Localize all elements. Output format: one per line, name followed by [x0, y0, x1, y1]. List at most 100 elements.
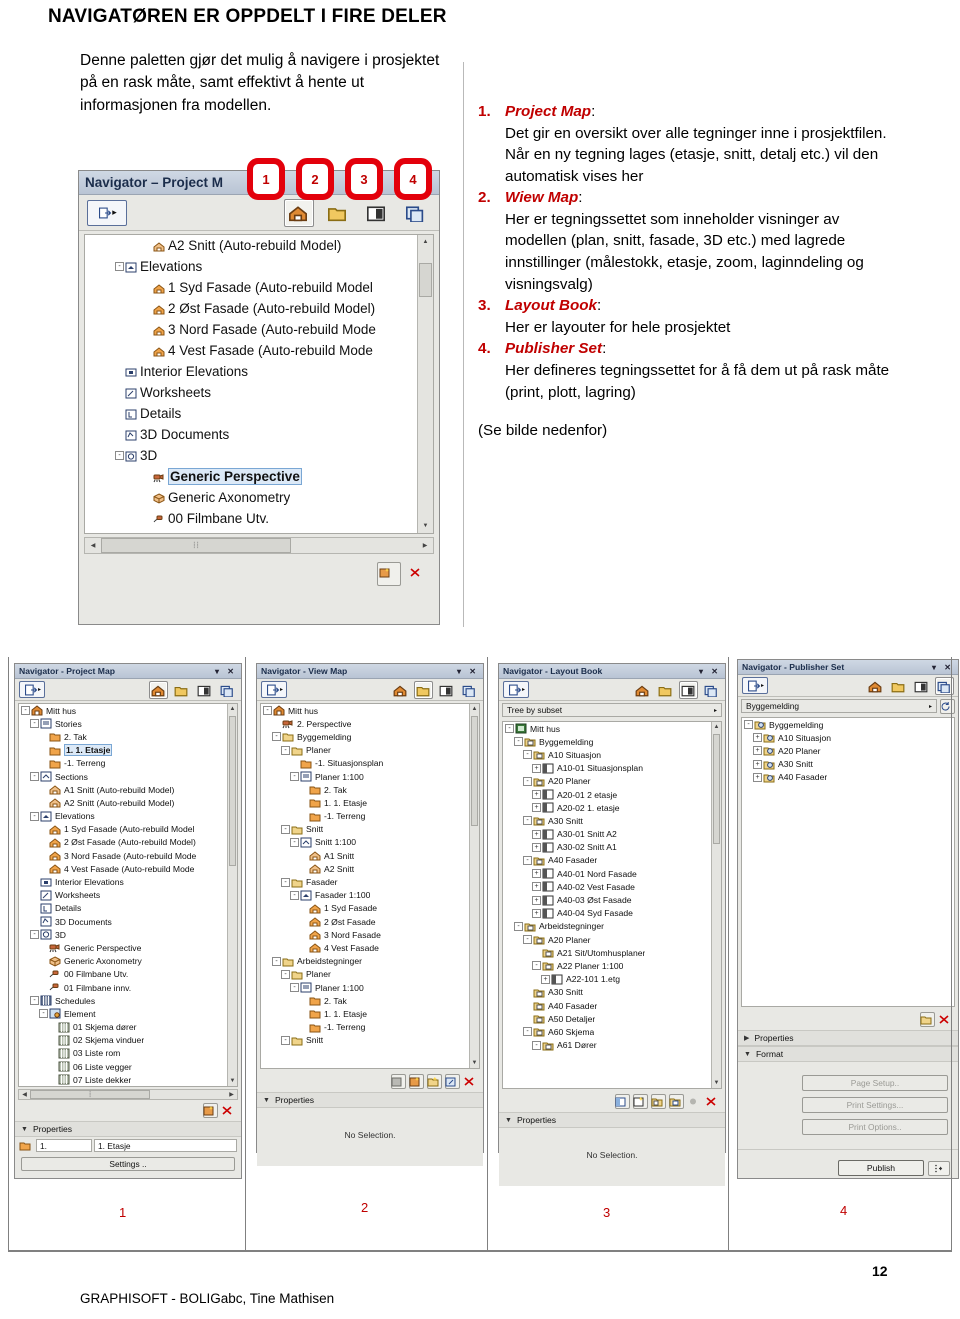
tree-toggle[interactable]: - — [115, 262, 124, 271]
tree-toggle[interactable]: - — [272, 956, 281, 966]
panel-tree[interactable]: - Mitt hus - Byggemelding - A10 Situasjon + A10… — [502, 721, 722, 1089]
tree-row[interactable]: 3D Documents — [19, 915, 237, 928]
scrollbar-thumb[interactable]: ┆ — [30, 1090, 150, 1099]
tree-row[interactable]: A2 Snitt — [261, 862, 479, 875]
tree-row[interactable]: 3 Nord Fasade — [261, 928, 479, 941]
tree-toggle[interactable]: - — [30, 811, 39, 821]
tree-row[interactable]: - Mitt hus — [261, 704, 479, 717]
tree-row[interactable]: - Byggemelding — [261, 730, 479, 743]
tree-row[interactable]: Worksheets — [19, 889, 237, 902]
properties-section-header[interactable]: ▼ Properties — [499, 1112, 725, 1128]
tree-toggle[interactable]: + — [753, 772, 762, 782]
panel-combo[interactable]: Byggemelding ▸ — [741, 699, 937, 713]
tree-toggle[interactable]: - — [21, 706, 30, 716]
tree-toggle[interactable]: - — [523, 816, 532, 826]
tree-row[interactable]: - Arbeidstegninger — [503, 920, 721, 933]
panel-window-controls[interactable]: ▾ ✕ — [215, 667, 237, 676]
tree-row[interactable]: 2 Øst Fasade — [261, 915, 479, 928]
tab-project-map[interactable] — [633, 681, 652, 699]
tree-row[interactable]: - Elevations — [85, 256, 433, 277]
project-map-tree[interactable]: A2 Snitt (Auto-rebuild Model) - Elevations… — [84, 234, 434, 534]
tree-row[interactable]: A1 Snitt (Auto-rebuild Model) — [19, 783, 237, 796]
tree-row[interactable]: -1. Terreng — [19, 757, 237, 770]
tree-toggle[interactable]: + — [532, 790, 541, 800]
panel-tree[interactable]: - Byggemelding + A10 Situasjon + A20 Planer + A… — [741, 717, 955, 1007]
tree-toggle[interactable]: - — [30, 996, 39, 1006]
tree-toggle[interactable]: + — [532, 763, 541, 773]
tree-toggle[interactable]: - — [744, 720, 753, 730]
tree-toggle[interactable]: - — [281, 824, 290, 834]
story-index-field[interactable]: 1. — [36, 1139, 92, 1152]
panel-tree[interactable]: - Mitt hus 2. Perspective - Byggemelding - Pla… — [260, 703, 480, 1069]
tree-toggle[interactable]: + — [541, 974, 550, 984]
tree-row[interactable]: - Mitt hus — [19, 704, 237, 717]
popup-palette-button[interactable]: ▸ — [503, 681, 529, 698]
delete-icon-button[interactable] — [705, 1094, 720, 1109]
tree-row[interactable]: 1. 1. Etasje — [261, 1007, 479, 1020]
tab-view-map[interactable] — [414, 680, 433, 699]
tree-row[interactable]: - A20 Planer — [503, 775, 721, 788]
tree-row[interactable]: - 3D — [85, 445, 433, 466]
tree-row[interactable]: - Planer — [261, 744, 479, 757]
tree-row[interactable]: - Byggemelding — [742, 718, 954, 731]
tree-row[interactable]: Generic Perspective — [19, 941, 237, 954]
tree-row[interactable]: Generic Axonometry — [85, 487, 433, 508]
new-folder-icon-button[interactable] — [427, 1074, 442, 1089]
tree-row[interactable]: - A22 Planer 1:100 — [503, 959, 721, 972]
tree-row[interactable]: - Snitt — [261, 1034, 479, 1047]
tab-layout-book[interactable] — [437, 681, 456, 699]
tree-row[interactable]: - Element — [19, 1007, 237, 1020]
tree-row[interactable]: A21 Sit/Utomhusplaner — [503, 946, 721, 959]
tree-row[interactable]: 1 Syd Fasade (Auto-rebuild Model — [85, 277, 433, 298]
tree-horizontal-scrollbar[interactable]: ◀ ┆ ▶ — [18, 1089, 238, 1100]
panel-combo[interactable]: Tree by subset ▸ — [502, 703, 722, 717]
tree-row[interactable]: + A40-02 Vest Fasade — [503, 880, 721, 893]
tree-row[interactable]: 00 Filmbane Utv. — [19, 968, 237, 981]
tab-view-map[interactable] — [172, 681, 191, 699]
tree-toggle[interactable]: - — [532, 961, 541, 971]
tab-publisher-set[interactable] — [702, 681, 721, 699]
tree-toggle[interactable]: - — [281, 969, 290, 979]
scroll-down-arrow[interactable]: ▼ — [712, 1078, 721, 1088]
refresh-icon-button[interactable] — [940, 698, 955, 714]
tab-publisher-set[interactable] — [460, 681, 479, 699]
tree-row[interactable]: + A20 Planer — [742, 744, 954, 757]
tree-row[interactable]: - 3D — [19, 928, 237, 941]
tree-row[interactable]: - Fasader — [261, 875, 479, 888]
new-subset-icon-button[interactable] — [651, 1094, 666, 1109]
settings-button[interactable]: Settings .. — [21, 1157, 235, 1171]
publish-button[interactable]: Publish — [838, 1160, 924, 1176]
tab-project-map[interactable] — [391, 681, 410, 699]
panel-window-controls[interactable]: ▾ ✕ — [699, 667, 721, 676]
tree-toggle[interactable]: + — [532, 882, 541, 892]
tree-row[interactable]: - Mitt hus — [503, 722, 721, 735]
tab-layout-book[interactable] — [195, 681, 214, 699]
tree-row[interactable]: Generic Perspective — [85, 466, 433, 487]
tree-toggle[interactable]: - — [281, 1035, 290, 1045]
scroll-right-arrow[interactable]: ▶ — [226, 1091, 237, 1098]
tree-row[interactable]: + A30 Snitt — [742, 758, 954, 771]
tree-toggle[interactable]: - — [505, 724, 514, 734]
tree-row[interactable]: -1. Terreng — [261, 1021, 479, 1034]
dot-icon-button[interactable] — [687, 1094, 702, 1109]
tab-publisher-set[interactable] — [218, 681, 237, 699]
scrollbar-thumb[interactable]: ┆┆ — [101, 538, 291, 553]
tree-row[interactable]: 2 Øst Fasade (Auto-rebuild Model) — [19, 836, 237, 849]
tree-row[interactable]: - A30 Snitt — [503, 814, 721, 827]
tree-row[interactable]: A2 Snitt (Auto-rebuild Model) — [85, 235, 433, 256]
tree-row[interactable]: + A20-02 1. etasje — [503, 801, 721, 814]
tree-row[interactable]: 01 Skjema dører — [19, 1021, 237, 1034]
tree-toggle[interactable]: - — [30, 719, 39, 729]
tree-toggle[interactable]: - — [30, 772, 39, 782]
tree-toggle[interactable]: + — [753, 746, 762, 756]
panel-titlebar[interactable]: Navigator - View Map ▾ ✕ — [257, 664, 483, 679]
tree-row[interactable]: - Snitt — [261, 823, 479, 836]
tree-row[interactable]: Generic Axonometry — [19, 955, 237, 968]
tree-row[interactable]: - Elevations — [19, 810, 237, 823]
tree-toggle[interactable]: + — [753, 759, 762, 769]
format-section-header[interactable]: ▼ Format — [738, 1046, 958, 1062]
tree-toggle[interactable]: + — [532, 829, 541, 839]
tree-toggle[interactable]: - — [290, 890, 299, 900]
tree-row[interactable]: 4 Vest Fasade — [261, 941, 479, 954]
tree-row[interactable]: 3D Documents — [85, 424, 433, 445]
